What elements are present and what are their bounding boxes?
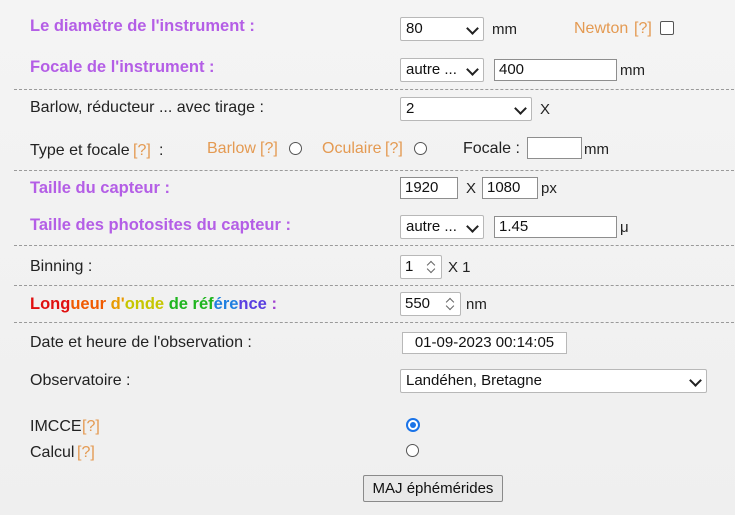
type-focal-help-link[interactable]: [?] <box>133 142 151 160</box>
observation-datetime-field[interactable]: 01-09-2023 00:14:05 <box>402 332 567 354</box>
sensor-size-separator: X <box>466 180 477 197</box>
spinner-arrows-icon[interactable] <box>444 296 456 312</box>
newton-checkbox[interactable] <box>660 21 674 35</box>
separator <box>14 322 734 323</box>
sensor-size-label: Taille du capteur : <box>30 179 170 197</box>
chevron-down-icon <box>466 220 479 233</box>
imcce-help-link[interactable]: [?] <box>82 418 100 436</box>
imcce-radio[interactable] <box>406 418 420 432</box>
separator <box>14 170 734 171</box>
photosites-select[interactable]: autre ... <box>400 215 484 239</box>
update-ephemeris-button[interactable]: MAJ éphémérides <box>363 475 503 502</box>
barlow-label: Barlow, réducteur ... avec tirage : <box>30 99 264 116</box>
barlow-radio[interactable] <box>289 142 302 155</box>
focal-unit: mm <box>620 62 645 79</box>
separator <box>14 89 734 90</box>
eyepiece-focal-unit: mm <box>584 141 609 158</box>
eyepiece-focal-label: Focale : <box>463 140 520 157</box>
chevron-down-icon <box>514 102 527 115</box>
chevron-down-icon <box>466 22 479 35</box>
sensor-height-input[interactable]: 1080 <box>482 177 538 199</box>
photosites-label: Taille des photosites du capteur : <box>30 216 291 234</box>
newton-help-link[interactable]: [?] <box>634 20 652 38</box>
focal-label: Focale de l'instrument : <box>30 58 215 76</box>
eyepiece-focal-input[interactable] <box>527 137 582 159</box>
focal-select-value: autre ... <box>406 61 457 78</box>
chevron-down-icon <box>466 63 479 76</box>
wavelength-unit: nm <box>466 296 487 313</box>
type-focal-label: Type et focale <box>30 142 130 159</box>
barlow-radio-label: Barlow <box>207 140 256 157</box>
sensor-size-unit: px <box>541 180 557 197</box>
focal-input[interactable]: 400 <box>494 59 617 81</box>
photosites-unit: μ <box>620 219 629 236</box>
imcce-label: IMCCE <box>30 418 82 435</box>
calcul-help-link[interactable]: [?] <box>77 444 95 462</box>
barlow-select[interactable]: 2 <box>400 97 532 121</box>
diameter-label: Le diamètre de l'instrument : <box>30 17 255 35</box>
barlow-select-value: 2 <box>406 100 415 117</box>
observatory-select-value: Landéhen, Bretagne <box>406 372 542 389</box>
barlow-help-link[interactable]: [?] <box>260 140 278 158</box>
photosites-select-value: autre ... <box>406 218 457 235</box>
type-focal-colon: : <box>159 142 164 159</box>
binning-suffix: X 1 <box>448 259 471 276</box>
wavelength-value: 550 <box>405 295 431 312</box>
sensor-width-input[interactable]: 1920 <box>400 177 458 199</box>
barlow-unit: X <box>540 101 551 118</box>
observatory-select[interactable]: Landéhen, Bretagne <box>400 369 707 393</box>
wavelength-spinner[interactable]: 550 <box>400 292 461 316</box>
photosites-input[interactable]: 1.45 <box>494 216 617 238</box>
observatory-label: Observatoire : <box>30 372 131 389</box>
chevron-down-icon <box>689 374 702 387</box>
calcul-label: Calcul <box>30 444 75 461</box>
diameter-select[interactable]: 80 <box>400 17 484 41</box>
separator <box>14 285 734 286</box>
diameter-select-value: 80 <box>406 20 423 37</box>
binning-spinner[interactable]: 1 <box>400 255 442 279</box>
ocular-radio[interactable] <box>414 142 427 155</box>
diameter-unit: mm <box>492 21 517 38</box>
ocular-help-link[interactable]: [?] <box>385 140 403 158</box>
ocular-radio-label: Oculaire <box>322 140 382 157</box>
spinner-arrows-icon[interactable] <box>425 259 437 275</box>
focal-select[interactable]: autre ... <box>400 58 484 82</box>
binning-label: Binning : <box>30 258 93 275</box>
binning-value: 1 <box>405 258 414 275</box>
separator <box>14 245 734 246</box>
calcul-radio[interactable] <box>406 444 419 457</box>
wavelength-label: Longueur d'onde de référence : <box>30 295 277 313</box>
newton-label: Newton <box>574 20 629 37</box>
observation-date-label: Date et heure de l'observation : <box>30 334 252 351</box>
